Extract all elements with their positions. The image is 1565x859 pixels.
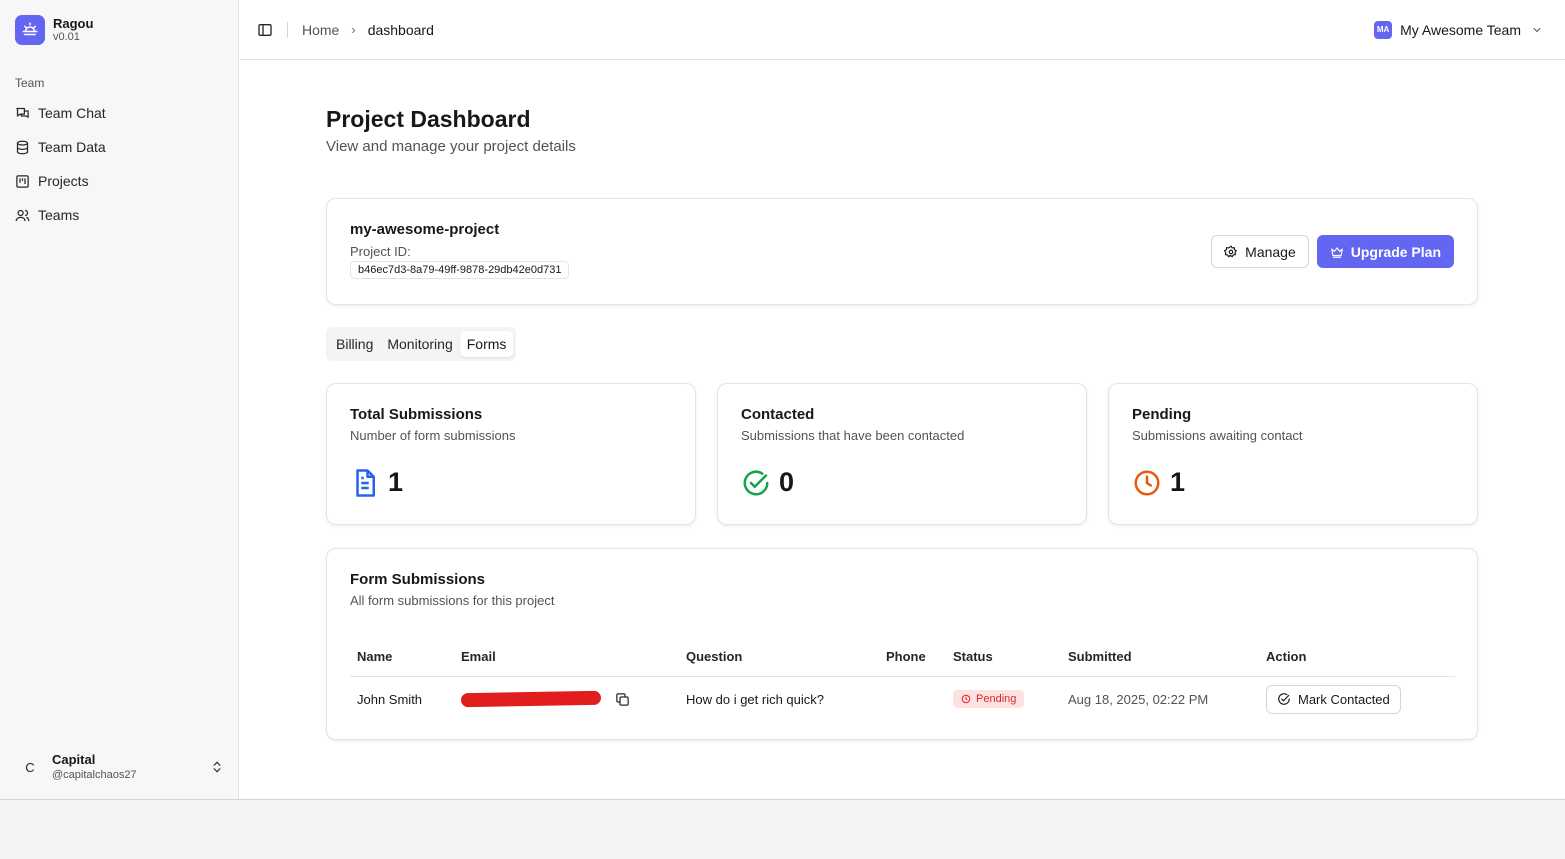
column-header: Phone xyxy=(879,638,946,677)
column-header: Action xyxy=(1259,638,1455,677)
team-name: My Awesome Team xyxy=(1400,21,1521,38)
submissions-table: Name Email Question Phone Status Submitt… xyxy=(350,638,1455,722)
sidebar-item-label: Projects xyxy=(38,173,89,189)
redacted-email xyxy=(460,691,602,708)
user-menu[interactable]: C Capital @capitalchaos27 xyxy=(0,747,239,787)
stat-card-pending: Pending Submissions awaiting contact 1 xyxy=(1108,383,1478,525)
sidebar-item-label: Team Data xyxy=(38,139,106,155)
sidebar-item-team-data[interactable]: Team Data xyxy=(0,130,238,164)
status-badge: Pending xyxy=(953,690,1025,709)
column-header: Question xyxy=(679,638,879,677)
sidebar-toggle-icon[interactable] xyxy=(257,22,273,38)
tab-billing[interactable]: Billing xyxy=(329,331,380,357)
column-header: Status xyxy=(946,638,1061,677)
tab-forms[interactable]: Forms xyxy=(459,331,514,357)
crown-icon xyxy=(1330,246,1343,258)
clock-icon xyxy=(1134,470,1160,495)
cell-action: Mark Contacted xyxy=(1259,676,1455,722)
team-badge: MA xyxy=(1374,20,1393,39)
app-name: Ragou xyxy=(53,16,94,31)
page-background xyxy=(0,800,1565,859)
manage-button[interactable]: Manage xyxy=(1211,235,1309,268)
column-header: Submitted xyxy=(1061,638,1259,677)
stat-value: 0 xyxy=(779,467,795,497)
cell-question: How do i get rich quick? xyxy=(686,691,825,707)
section-title: Form Submissions xyxy=(350,571,486,588)
table-row: John Smith How do i get rich quick? Pend… xyxy=(350,676,1455,722)
chevrons-up-down-icon xyxy=(213,761,221,773)
project-id[interactable]: b46ec7d3-8a79-49ff-9878-29db42e0d731 xyxy=(350,261,570,279)
check-circle-icon xyxy=(743,470,769,495)
tab-list: Billing Monitoring Forms xyxy=(326,327,517,361)
stat-title: Total Submissions xyxy=(350,406,483,423)
clock-icon xyxy=(961,694,971,704)
project-actions: Manage Upgrade Plan xyxy=(1211,235,1454,268)
cell-status: Pending xyxy=(946,676,1061,722)
sidebar: Ragou v0.01 Team Team Chat Team Data Pro… xyxy=(0,0,239,799)
avatar: C xyxy=(25,759,35,775)
main-area: Home › dashboard MA My Awesome Team Proj… xyxy=(239,0,1565,799)
sidebar-item-projects[interactable]: Projects xyxy=(0,164,238,198)
divider xyxy=(287,21,288,38)
table-header-row: Name Email Question Phone Status Submitt… xyxy=(350,638,1455,677)
stat-card-contacted: Contacted Submissions that have been con… xyxy=(717,383,1087,525)
gear-icon xyxy=(1224,244,1238,257)
brand[interactable]: Ragou v0.01 xyxy=(0,0,238,60)
chat-icon xyxy=(16,107,29,118)
column-header: Name xyxy=(350,638,454,677)
check-circle-icon xyxy=(1278,693,1290,706)
app-version: v0.01 xyxy=(53,31,80,43)
app-window: Ragou v0.01 Team Team Chat Team Data Pro… xyxy=(0,0,1565,800)
stat-subtitle: Number of form submissions xyxy=(350,428,516,443)
cell-email xyxy=(454,676,679,722)
cell-phone xyxy=(879,676,946,722)
upgrade-plan-label: Upgrade Plan xyxy=(1350,243,1441,260)
database-icon xyxy=(16,140,29,154)
chevron-down-icon xyxy=(1533,27,1541,32)
upgrade-plan-button[interactable]: Upgrade Plan xyxy=(1316,235,1454,268)
team-switcher[interactable]: MA My Awesome Team xyxy=(1374,20,1543,39)
page-title: Project Dashboard xyxy=(326,106,531,132)
stat-subtitle: Submissions awaiting contact xyxy=(1132,428,1303,443)
logo-icon xyxy=(15,15,45,45)
topbar: Home › dashboard MA My Awesome Team xyxy=(239,0,1565,60)
cell-name: John Smith xyxy=(357,691,423,707)
manage-button-label: Manage xyxy=(1245,243,1296,260)
user-name: Capital xyxy=(52,752,96,767)
stat-subtitle: Submissions that have been contacted xyxy=(741,428,965,443)
mark-contacted-button[interactable]: Mark Contacted xyxy=(1266,684,1401,714)
cell-submitted: Aug 18, 2025, 02:22 PM xyxy=(1068,691,1209,707)
stat-title: Pending xyxy=(1132,406,1192,423)
content: Project Dashboard View and manage your p… xyxy=(326,104,1478,740)
breadcrumb-current: dashboard xyxy=(367,21,434,38)
stat-title: Contacted xyxy=(741,406,815,423)
sidebar-item-teams[interactable]: Teams xyxy=(0,198,238,232)
chevron-right-icon: › xyxy=(351,22,356,37)
page-subtitle: View and manage your project details xyxy=(326,138,576,155)
breadcrumb-home[interactable]: Home xyxy=(302,22,339,38)
stat-card-total: Total Submissions Number of form submiss… xyxy=(326,383,696,525)
section-subtitle: All form submissions for this project xyxy=(350,593,555,608)
users-icon xyxy=(15,209,30,221)
kanban-icon xyxy=(16,174,29,188)
sidebar-item-label: Team Chat xyxy=(38,105,106,121)
user-handle: @capitalchaos27 xyxy=(52,769,137,781)
tab-monitoring[interactable]: Monitoring xyxy=(380,331,459,357)
document-icon xyxy=(356,468,375,497)
mark-contacted-label: Mark Contacted xyxy=(1298,691,1390,707)
sidebar-item-label: Teams xyxy=(38,207,80,223)
sidebar-group-label: Team xyxy=(15,76,45,90)
stat-value: 1 xyxy=(388,467,404,497)
form-submissions-card: Form Submissions All form submissions fo… xyxy=(326,548,1478,740)
copy-icon[interactable] xyxy=(615,692,630,707)
project-card: my-awesome-project Project ID: b46ec7d3-… xyxy=(326,198,1478,305)
sidebar-item-team-chat[interactable]: Team Chat xyxy=(0,96,238,130)
column-header: Email xyxy=(454,638,679,677)
stat-value: 1 xyxy=(1170,467,1186,497)
status-label: Pending xyxy=(976,693,1017,706)
